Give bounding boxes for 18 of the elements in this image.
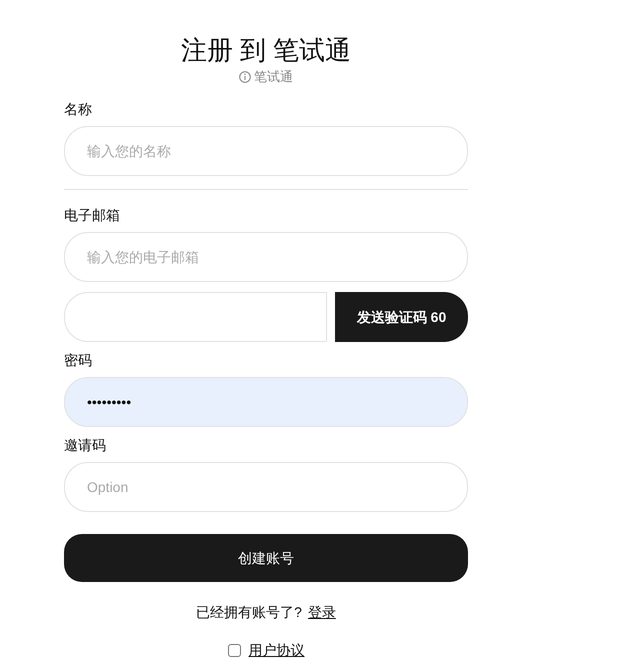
verification-code-field[interactable] [64, 292, 327, 342]
field-label: 邀请码 [64, 436, 107, 454]
field-label: 密码 [64, 351, 93, 369]
login-link[interactable]: 登录 [308, 602, 336, 622]
user-agreement-link[interactable]: 用户协议 [248, 640, 304, 660]
form-title: 注册 到 笔试通 [180, 34, 352, 67]
login-prompt: 已经拥有账号了? [196, 603, 302, 622]
create-account-button[interactable]: 创建账号 [64, 534, 468, 582]
text-field[interactable]: Option [64, 462, 468, 512]
subtitle: 笔试通 [254, 68, 293, 86]
text-field[interactable]: 输入您的电子邮箱 [64, 232, 468, 282]
agreement-checkbox[interactable] [228, 644, 240, 656]
field-label: 名称 [64, 100, 93, 118]
send-code-button[interactable]: 发送验证码 60 [335, 292, 468, 342]
text-field[interactable]: ••••••••• [64, 377, 468, 427]
text-field[interactable]: 输入您的名称 [64, 126, 468, 176]
info-icon [239, 71, 251, 83]
field-label: 电子邮箱 [64, 206, 121, 224]
